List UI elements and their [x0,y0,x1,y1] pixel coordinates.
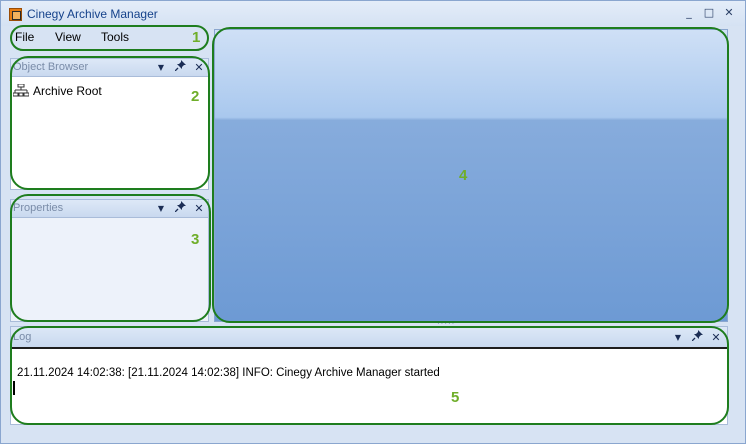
window-title: Cinegy Archive Manager [27,7,158,21]
object-browser-title: Object Browser [13,61,89,73]
object-browser-body: Archive Root [11,77,208,189]
app-window: Cinegy Archive Manager _ □ ✕ File View T… [0,0,746,444]
menu-view[interactable]: View [55,30,81,44]
title-bar[interactable]: Cinegy Archive Manager _ □ ✕ [1,1,745,26]
object-browser-header[interactable]: Object Browser ▼ ✕ [11,59,208,77]
menu-tools[interactable]: Tools [101,30,129,44]
log-panel: Log ▼ ✕ 21.11.2024 14:02:38: [21.11.2024… [10,326,728,425]
object-browser-panel: Object Browser ▼ ✕ Archive Root [10,58,209,190]
region-label-5: 5 [451,389,460,406]
close-button[interactable]: ✕ [722,6,736,20]
region-label-2: 2 [191,88,200,105]
properties-body [11,218,208,321]
maximize-button[interactable]: □ [702,6,716,20]
log-title: Log [13,331,32,343]
pin-icon[interactable] [690,330,704,345]
region-label-4: 4 [459,167,468,184]
dropdown-arrow-icon[interactable]: ▼ [154,60,168,75]
tree-node-archive-root[interactable]: Archive Root [12,83,102,98]
vertical-splitter-grip[interactable]: ····· [99,190,117,199]
properties-panel: Properties ▼ ✕ [10,199,209,322]
close-icon[interactable]: ✕ [709,330,723,345]
dropdown-arrow-icon[interactable]: ▼ [154,201,168,216]
pin-icon[interactable] [173,201,187,216]
minimize-button[interactable]: _ [682,6,696,20]
tree-node-label: Archive Root [33,84,102,98]
menu-file[interactable]: File [15,30,34,44]
close-icon[interactable]: ✕ [192,201,206,216]
log-header[interactable]: Log ▼ ✕ [11,327,727,349]
pin-icon[interactable] [173,60,187,75]
properties-title: Properties [13,202,64,214]
dropdown-arrow-icon[interactable]: ▼ [671,330,685,345]
log-entry: 21.11.2024 14:02:38: [21.11.2024 14:02:3… [17,367,440,379]
properties-header[interactable]: Properties ▼ ✕ [11,200,208,218]
app-icon [9,8,22,21]
region-label-3: 3 [191,231,200,248]
main-document-area[interactable] [214,29,728,322]
text-cursor [13,381,15,395]
close-icon[interactable]: ✕ [192,60,206,75]
region-label-1: 1 [192,29,201,46]
archive-root-icon [12,83,30,98]
